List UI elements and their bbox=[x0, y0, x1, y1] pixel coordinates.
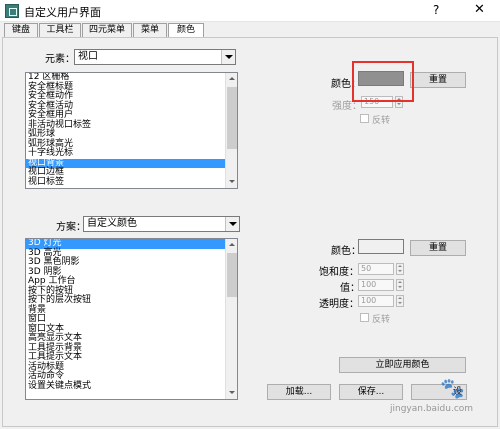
apply-colors-button[interactable]: 立即应用颜色 bbox=[339, 357, 466, 373]
element-dropdown[interactable]: 视口 bbox=[74, 49, 236, 65]
list-item[interactable]: 按下的层次按钮 bbox=[26, 295, 225, 306]
tab-colors[interactable]: 颜色 bbox=[168, 23, 204, 37]
watermark: 🐾 jingyan.baidu.com bbox=[390, 376, 490, 420]
transparency-label: 透明度： bbox=[319, 299, 359, 310]
scheme-color-label: 颜色： bbox=[331, 246, 361, 257]
scroll-up-icon[interactable] bbox=[226, 239, 237, 251]
element-list-scrollbar[interactable] bbox=[225, 73, 237, 188]
invert-checkbox[interactable] bbox=[360, 114, 369, 123]
chevron-down-icon[interactable] bbox=[221, 50, 235, 64]
scheme-dropdown[interactable]: 自定义颜色 bbox=[83, 216, 240, 232]
scheme-list-scrollbar[interactable] bbox=[225, 239, 237, 399]
scheme-color-swatch[interactable] bbox=[358, 239, 404, 254]
saturation-label: 饱和度： bbox=[319, 267, 359, 278]
scroll-down-icon[interactable] bbox=[226, 387, 237, 399]
element-dropdown-value: 视口 bbox=[78, 51, 98, 62]
window-title: 自定义用户界面 bbox=[24, 6, 101, 19]
tab-menu[interactable]: 菜单 bbox=[133, 23, 167, 37]
title-bar: 自定义用户界面 ? ✕ bbox=[0, 0, 500, 22]
list-item[interactable]: 非活动视口标签 bbox=[26, 120, 225, 131]
list-item[interactable]: 设置关键点模式 bbox=[26, 381, 225, 392]
saturation-field[interactable]: 50 bbox=[358, 263, 394, 275]
scroll-thumb[interactable] bbox=[227, 87, 237, 149]
watermark-url: jingyan.baidu.com bbox=[390, 404, 474, 414]
scroll-thumb[interactable] bbox=[227, 253, 237, 297]
tab-toolbar[interactable]: 工具栏 bbox=[39, 23, 81, 37]
list-item[interactable]: 背景 bbox=[26, 305, 225, 316]
help-button[interactable]: ? bbox=[433, 3, 439, 17]
spinner-arrows-icon[interactable] bbox=[396, 295, 404, 307]
value-field[interactable]: 100 bbox=[358, 279, 394, 291]
scheme-invert-checkbox[interactable] bbox=[360, 313, 369, 322]
close-button[interactable]: ✕ bbox=[474, 2, 485, 17]
tab-keyboard[interactable]: 键盘 bbox=[4, 23, 38, 37]
scheme-list[interactable]: 3D 灯光 3D 高光 3D 黑色阴影 3D 阴影 App 工作台 按下的按钮 … bbox=[25, 238, 238, 400]
scheme-dropdown-value: 自定义颜色 bbox=[87, 218, 137, 229]
scheme-invert-label: 反转 bbox=[372, 315, 391, 325]
paw-icon: 🐾 bbox=[440, 376, 465, 400]
scroll-up-icon[interactable] bbox=[226, 73, 237, 85]
load-button[interactable]: 加载... bbox=[267, 384, 331, 400]
app-icon bbox=[5, 4, 19, 18]
scroll-down-icon[interactable] bbox=[226, 176, 237, 188]
highlight-box bbox=[352, 61, 414, 102]
value-label: 值： bbox=[340, 283, 360, 294]
transparency-field[interactable]: 100 bbox=[358, 295, 394, 307]
invert-label: 反转 bbox=[372, 116, 391, 126]
element-list[interactable]: 12 区栅格 安全框标题 安全框动作 安全框活动 安全框用户 非活动视口标签 弧… bbox=[25, 72, 238, 189]
scheme-reset-button[interactable]: 重置 bbox=[410, 240, 466, 256]
reset-button[interactable]: 重置 bbox=[410, 72, 466, 88]
list-item[interactable]: 视口标签 bbox=[26, 177, 225, 188]
tab-quad-menu[interactable]: 四元菜单 bbox=[82, 23, 132, 37]
scheme-label: 方案： bbox=[56, 222, 86, 233]
spinner-arrows-icon[interactable] bbox=[396, 279, 404, 291]
spinner-arrows-icon[interactable] bbox=[396, 263, 404, 275]
element-label: 元素： bbox=[45, 54, 75, 65]
chevron-down-icon[interactable] bbox=[225, 217, 239, 231]
